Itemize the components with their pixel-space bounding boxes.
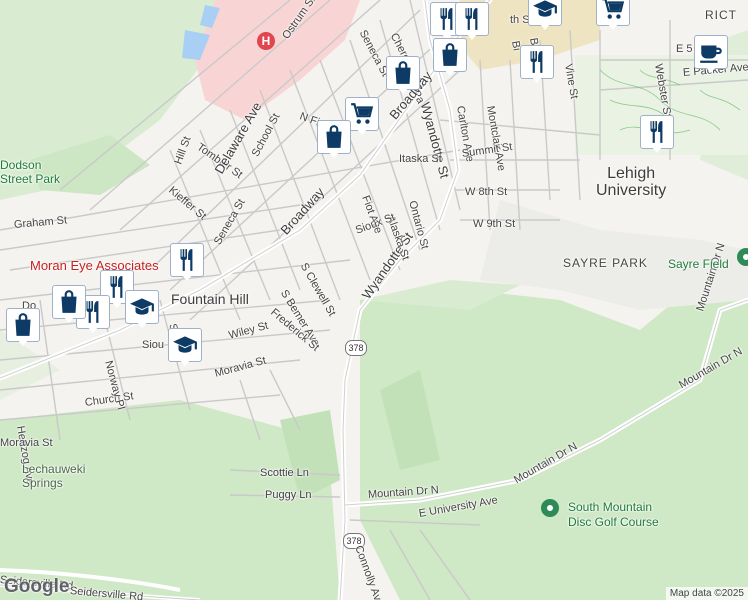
- shopping-bag-icon: [56, 289, 82, 315]
- route-shield: 378: [345, 340, 367, 356]
- poi-pin[interactable]: [52, 285, 86, 325]
- park-marker-icon[interactable]: [737, 248, 748, 266]
- poi-pin[interactable]: [640, 115, 674, 155]
- place-label[interactable]: Sayre Field: [668, 257, 729, 271]
- shopping-bag-icon: [10, 312, 36, 338]
- park-marker-icon[interactable]: [541, 499, 559, 517]
- street-label: Siou: [142, 339, 165, 351]
- poi-pin[interactable]: [520, 45, 554, 85]
- poi-pin[interactable]: [317, 120, 351, 160]
- street-label: Itaska St: [399, 153, 442, 165]
- poi-pin[interactable]: [433, 38, 467, 78]
- map-attribution: Map data ©2025: [665, 587, 748, 600]
- graduation-cap-icon: [532, 0, 558, 22]
- shopping-bag-icon: [321, 124, 347, 150]
- street-label: Puggy Ln: [265, 489, 312, 501]
- shopping-cart-icon: [600, 0, 626, 22]
- neighborhood-label: Lehigh University: [596, 165, 667, 199]
- poi-pin[interactable]: [125, 290, 159, 330]
- street-label: W 8th St: [465, 186, 508, 198]
- hospital-icon[interactable]: H: [257, 32, 275, 50]
- place-label[interactable]: South Mountain Disc Golf Course: [568, 500, 659, 530]
- restaurant-icon: [459, 6, 485, 32]
- poi-pin[interactable]: [386, 56, 420, 96]
- poi-pin[interactable]: [596, 0, 630, 32]
- graduation-cap-icon: [129, 294, 155, 320]
- neighborhood-label: Fountain Hill: [171, 291, 249, 307]
- coffee-cup-icon: [698, 39, 724, 65]
- poi-pin[interactable]: [694, 35, 728, 75]
- neighborhood-label: SAYRE PARK: [563, 256, 648, 270]
- street-label: Scottie Ln: [260, 467, 309, 479]
- poi-pin[interactable]: [168, 328, 202, 368]
- street-label: Moravia St: [0, 437, 53, 449]
- shopping-bag-icon: [437, 42, 463, 68]
- poi-pin[interactable]: [455, 2, 489, 42]
- place-label[interactable]: Moran Eye Associates: [30, 258, 159, 273]
- google-logo: Google: [4, 576, 70, 597]
- restaurant-icon: [174, 247, 200, 273]
- restaurant-icon: [524, 49, 550, 75]
- poi-pin[interactable]: [6, 308, 40, 348]
- street-label: E 5: [676, 43, 693, 55]
- place-label[interactable]: Lechauweki Springs: [22, 462, 85, 490]
- place-label[interactable]: Dodson Street Park: [0, 158, 60, 186]
- map-canvas[interactable]: H 378 378 Ostrum St Seneca St Cherokee S…: [0, 0, 748, 600]
- poi-pin[interactable]: [528, 0, 562, 32]
- street-label: W 9th St: [473, 218, 516, 230]
- poi-pin[interactable]: [170, 243, 204, 283]
- shopping-bag-icon: [390, 60, 416, 86]
- shopping-cart-icon: [349, 101, 375, 127]
- restaurant-icon: [644, 119, 670, 145]
- neighborhood-label: RICT: [705, 8, 737, 22]
- graduation-cap-icon: [172, 332, 198, 358]
